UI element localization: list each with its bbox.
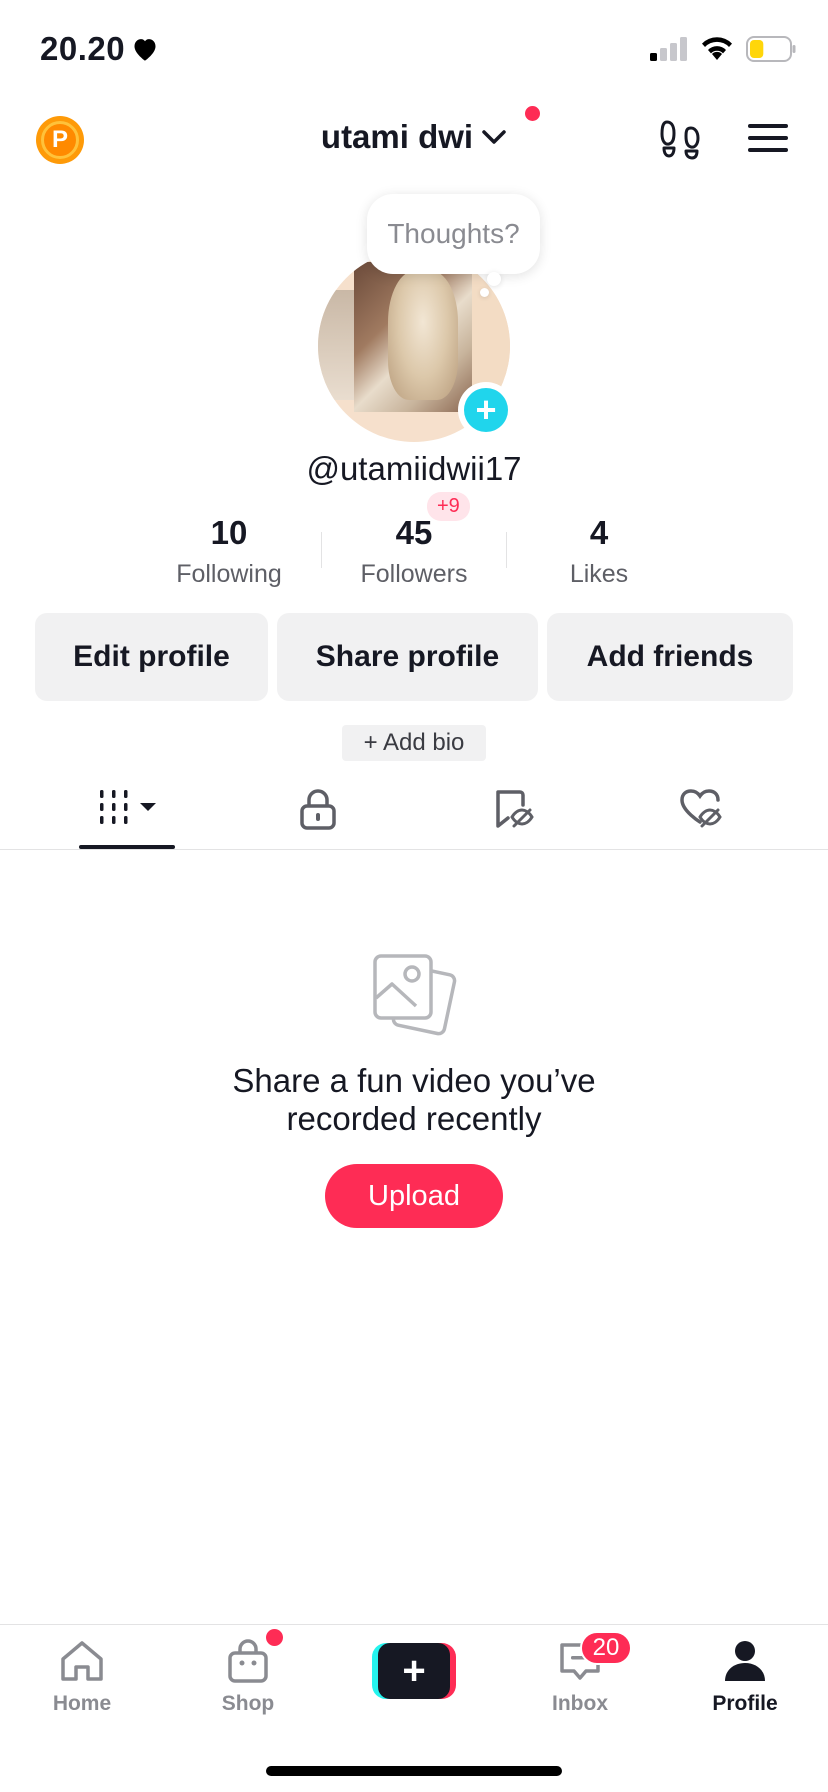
following-count: 10: [210, 514, 248, 551]
stat-following[interactable]: 10 Following: [137, 512, 321, 592]
tab-private[interactable]: [298, 788, 338, 835]
home-indicator: [266, 1766, 562, 1776]
empty-state-message: Share a fun video you’ve recorded recent…: [0, 1062, 828, 1138]
active-tab-indicator: [79, 845, 175, 849]
status-time-text: 20.20: [40, 30, 126, 67]
photos-icon: [372, 950, 458, 1045]
empty-message-line1: Share a fun video you’ve: [232, 1062, 596, 1099]
inbox-count-badge: 20: [580, 1631, 632, 1665]
nav-home-label: Home: [52, 1692, 112, 1715]
nav-inbox-label: Inbox: [552, 1692, 608, 1715]
videos-grid-icon: [100, 790, 156, 824]
tab-liked[interactable]: [678, 788, 724, 833]
bubble-tail: [487, 272, 501, 286]
thought-placeholder: Thoughts?: [387, 218, 520, 249]
empty-message-line2: recorded recently: [286, 1100, 542, 1137]
likes-count: 4: [589, 514, 609, 551]
heart-icon: [134, 39, 156, 61]
nav-profile-label: Profile: [712, 1692, 778, 1715]
followers-count: 45: [395, 514, 433, 551]
footprints-button[interactable]: [658, 118, 702, 167]
tab-videos[interactable]: [98, 788, 160, 831]
stat-followers[interactable]: 45 Followers: [322, 512, 506, 592]
status-bar: 20.20: [0, 0, 828, 100]
avatar[interactable]: +: [318, 250, 514, 442]
thought-bubble[interactable]: Thoughts?: [367, 194, 540, 274]
shopping-bag-icon: [228, 1639, 268, 1683]
shop-notification-dot: [266, 1629, 283, 1646]
plus-icon: +: [378, 1643, 450, 1699]
following-label: Following: [176, 560, 282, 588]
profile-header: P utami dwi: [0, 100, 828, 180]
status-time: 20.20: [40, 30, 159, 68]
tab-saved[interactable]: [492, 788, 534, 835]
add-friends-button[interactable]: Add friends: [547, 613, 793, 701]
bubble-tail-small: [480, 288, 489, 297]
signal-bars-icon: [650, 37, 687, 61]
profile-handle: @utamiidwii17: [306, 450, 522, 487]
chevron-down-icon: [482, 130, 506, 144]
footprints-icon: [660, 120, 700, 160]
nav-shop[interactable]: Shop: [188, 1639, 308, 1716]
account-switcher[interactable]: utami dwi: [0, 118, 828, 156]
profile-actions: Edit profile Share profile Add friends: [35, 613, 793, 701]
hamburger-menu-icon: [748, 124, 788, 152]
add-story-button[interactable]: +: [458, 382, 514, 438]
notification-dot: [525, 106, 540, 121]
heart-hidden-icon: [680, 789, 722, 828]
home-icon: [61, 1641, 103, 1681]
nav-profile[interactable]: Profile: [685, 1639, 805, 1716]
edit-profile-button[interactable]: Edit profile: [35, 613, 268, 701]
likes-label: Likes: [569, 560, 629, 588]
profile-person-icon: [725, 1641, 765, 1681]
bookmark-hidden-icon: [496, 790, 534, 828]
plus-icon: +: [464, 388, 508, 432]
upload-button[interactable]: Upload: [325, 1164, 503, 1228]
add-bio-button[interactable]: + Add bio: [342, 725, 486, 761]
nav-shop-label: Shop: [221, 1692, 275, 1715]
nav-home[interactable]: Home: [22, 1639, 142, 1716]
profile-stats: 10 Following 45 Followers 4 Likes +9: [137, 492, 691, 592]
menu-button[interactable]: [748, 122, 788, 159]
wifi-icon: [702, 37, 732, 60]
stat-likes[interactable]: 4 Likes: [507, 512, 691, 592]
new-followers-badge: +9: [427, 492, 470, 521]
followers-label: Followers: [360, 560, 468, 588]
content-tabs: [0, 770, 828, 850]
account-name: utami dwi: [320, 118, 474, 155]
battery-icon: [746, 36, 796, 62]
status-icons: [650, 36, 796, 62]
lock-icon: [300, 789, 336, 830]
create-button[interactable]: +: [372, 1643, 456, 1699]
share-profile-button[interactable]: Share profile: [277, 613, 538, 701]
